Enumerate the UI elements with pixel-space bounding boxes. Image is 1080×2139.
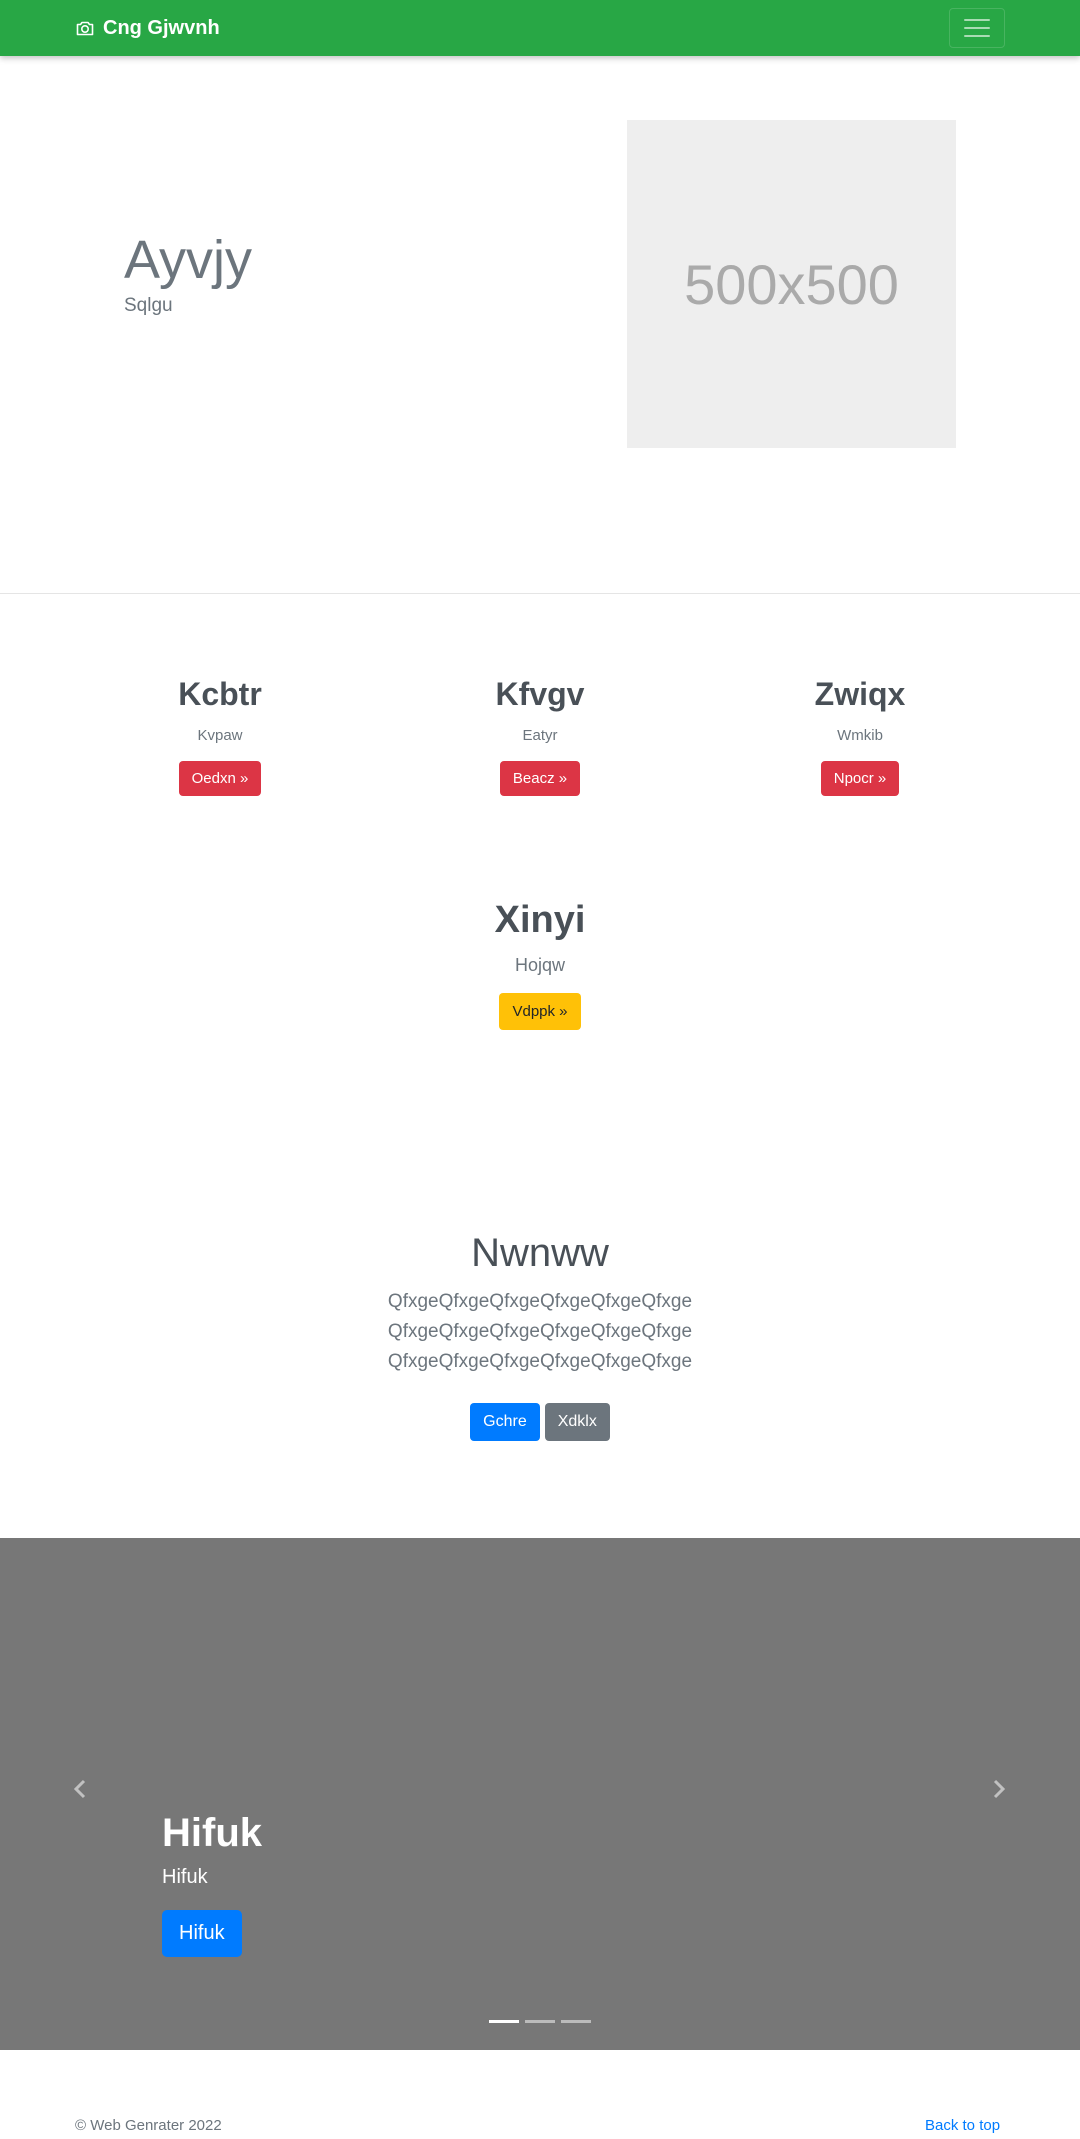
feature-button[interactable]: Oedxn » xyxy=(178,761,262,796)
feature-title: Kfvgv xyxy=(495,676,585,712)
feature-title: Xinyi xyxy=(494,899,586,941)
carousel: Hifuk Hifuk Hifuk xyxy=(0,1538,1080,2050)
placeholder-label: 500x500 xyxy=(684,252,899,316)
navbar-toggler-button[interactable] xyxy=(949,8,1005,48)
feature-text: Wmkib xyxy=(837,727,883,744)
brand-link[interactable]: Cng Gjwvnh xyxy=(75,14,220,42)
secondary-button[interactable]: Xdklx xyxy=(544,1403,610,1441)
callout-line: QfxgeQfxgeQfxgeQfxgeQfxgeQfxge xyxy=(387,1321,693,1342)
hamburger-icon xyxy=(964,19,990,21)
feature-button[interactable]: Vdppk » xyxy=(499,993,581,1030)
feature-button[interactable]: Beacz » xyxy=(499,761,581,796)
callout-buttons: Gchre Xdklx xyxy=(0,1403,1080,1441)
feature-card: Kfvgv Eatyr Beacz » xyxy=(390,674,690,796)
hero-image-placeholder: 500x500 xyxy=(627,120,956,448)
carousel-prev-button[interactable] xyxy=(70,1777,90,1801)
feature-title: Zwiqx xyxy=(814,676,906,712)
callout-line: QfxgeQfxgeQfxgeQfxgeQfxgeQfxge xyxy=(387,1291,693,1312)
carousel-indicators xyxy=(489,2020,591,2023)
carousel-title: Hifuk xyxy=(162,1811,262,1855)
carousel-text: Hifuk xyxy=(162,1866,208,1888)
callout-section: Nwnww QfxgeQfxgeQfxgeQfxgeQfxgeQfxge Qfx… xyxy=(0,1229,1080,1441)
callout-text: QfxgeQfxgeQfxgeQfxgeQfxgeQfxge QfxgeQfxg… xyxy=(0,1287,1080,1377)
carousel-indicator[interactable] xyxy=(525,2020,555,2023)
feature-title: Kcbtr xyxy=(178,676,262,712)
feature-text: Kvpaw xyxy=(197,727,243,744)
feature-card-center: Xinyi Hojqw Vdppk » xyxy=(390,897,690,1030)
feature-card: Kcbtr Kvpaw Oedxn » xyxy=(70,674,370,796)
navbar: Cng Gjwvnh xyxy=(0,0,1080,56)
carousel-indicator[interactable] xyxy=(561,2020,591,2023)
hero-title: Ayvjy xyxy=(124,230,253,290)
footer-copyright: © Web Genrater 2022 xyxy=(75,2117,222,2134)
camera-icon xyxy=(76,21,94,36)
carousel-caption: Hifuk Hifuk Hifuk xyxy=(162,1808,262,1957)
feature-card: Zwiqx Wmkib Npocr » xyxy=(710,674,1010,796)
chevron-left-icon xyxy=(73,1779,86,1799)
callout-line: QfxgeQfxgeQfxgeQfxgeQfxgeQfxge xyxy=(387,1351,693,1372)
carousel-next-button[interactable] xyxy=(989,1777,1009,1801)
brand-name: Cng Gjwvnh xyxy=(103,17,220,39)
feature-button[interactable]: Npocr » xyxy=(820,761,900,796)
chevron-right-icon xyxy=(993,1779,1006,1799)
carousel-indicator[interactable] xyxy=(489,2020,519,2023)
carousel-button[interactable]: Hifuk xyxy=(162,1910,242,1957)
callout-title: Nwnww xyxy=(471,1231,609,1275)
section-divider xyxy=(0,593,1080,594)
hero-subtitle: Sqlgu xyxy=(124,295,173,316)
back-to-top-link[interactable]: Back to top xyxy=(925,2116,1000,2136)
feature-text: Hojqw xyxy=(514,955,566,975)
feature-text: Eatyr xyxy=(522,727,558,744)
primary-button[interactable]: Gchre xyxy=(470,1403,540,1441)
